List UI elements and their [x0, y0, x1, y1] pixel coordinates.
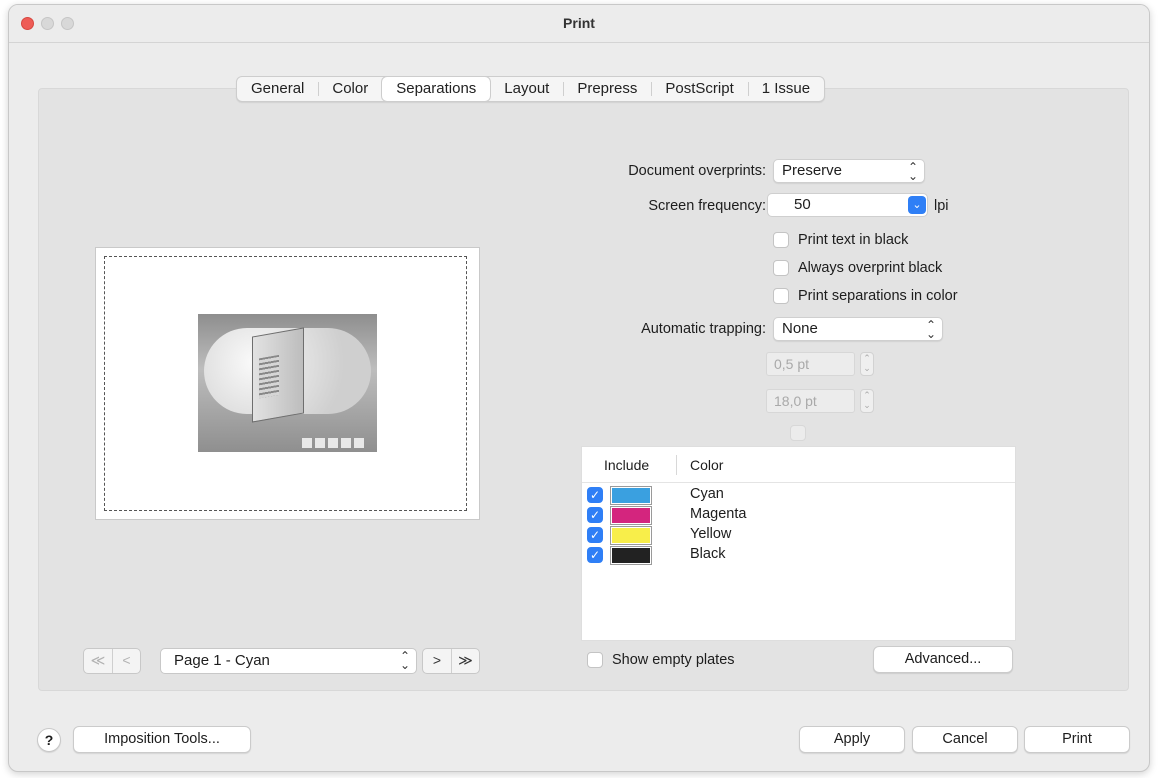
print-separations-in-color-checkbox[interactable] — [773, 288, 789, 304]
show-empty-plates-checkbox[interactable] — [587, 652, 603, 668]
plate-name: Black — [690, 546, 726, 562]
tab-separations[interactable]: Separations — [382, 77, 491, 101]
plate-include-checkbox[interactable]: ✓ — [587, 527, 603, 543]
trap-width-stepper[interactable]: ⌃ ⌄ — [860, 352, 874, 376]
page-select-value: Page 1 - Cyan — [174, 652, 270, 669]
preview-carton-label — [259, 354, 279, 399]
tab-color[interactable]: Color — [318, 77, 382, 101]
previous-page-button[interactable]: < — [112, 649, 140, 673]
page-preview — [95, 247, 480, 520]
page-select[interactable]: Page 1 - Cyan ⌃ ⌄ — [160, 648, 417, 674]
trap-width-field[interactable]: 0,5 pt — [766, 352, 855, 376]
help-button[interactable]: ? — [37, 728, 61, 752]
table-row[interactable]: ✓ Cyan — [582, 485, 1015, 505]
trap-threshold-field[interactable]: 18,0 pt — [766, 389, 855, 413]
preview-swatch — [328, 438, 338, 448]
preview-artwork — [198, 314, 377, 452]
print-dialog: Print General Color Separations Layout P… — [8, 4, 1150, 772]
plate-name: Cyan — [690, 486, 724, 502]
tab-prepress[interactable]: Prepress — [563, 77, 651, 101]
plate-color-swatch — [610, 526, 652, 545]
column-divider — [676, 455, 677, 475]
table-row[interactable]: ✓ Black — [582, 545, 1015, 565]
document-overprints-label: Document overprints: — [628, 163, 766, 179]
screen-frequency-value: 50 — [794, 196, 811, 213]
preview-swatch — [315, 438, 325, 448]
color-column-header[interactable]: Color — [690, 457, 723, 473]
plates-table-header: Include Color — [582, 447, 1015, 483]
preview-swatch — [302, 438, 312, 448]
trapping-option-checkbox[interactable] — [790, 425, 806, 441]
always-overprint-black-label: Always overprint black — [798, 260, 943, 276]
last-page-button[interactable]: ≫ — [451, 649, 479, 673]
document-overprints-select[interactable]: Preserve ⌃ ⌄ — [773, 159, 925, 183]
screen-frequency-label: Screen frequency: — [648, 198, 766, 214]
preview-carton-illustration — [252, 327, 304, 423]
apply-button[interactable]: Apply — [799, 726, 905, 753]
plate-include-checkbox[interactable]: ✓ — [587, 507, 603, 523]
advanced-button[interactable]: Advanced... — [873, 646, 1013, 673]
cancel-button[interactable]: Cancel — [912, 726, 1018, 753]
next-page-button[interactable]: > — [423, 649, 451, 673]
tab-issues[interactable]: 1 Issue — [747, 77, 824, 101]
plate-color-swatch — [610, 506, 652, 525]
table-row[interactable]: ✓ Magenta — [582, 505, 1015, 525]
first-page-button[interactable]: ≪ — [84, 649, 112, 673]
always-overprint-black-checkbox[interactable] — [773, 260, 789, 276]
include-column-header[interactable]: Include — [604, 457, 649, 473]
print-text-in-black-label: Print text in black — [798, 232, 909, 248]
trap-threshold-stepper[interactable]: ⌃ ⌄ — [860, 389, 874, 413]
tab-postscript[interactable]: PostScript — [651, 77, 747, 101]
page-nav-forward-group: > ≫ — [422, 648, 480, 674]
updown-chevron-icon: ⌃ ⌄ — [925, 318, 936, 341]
imposition-tools-button[interactable]: Imposition Tools... — [73, 726, 251, 753]
plate-include-checkbox[interactable]: ✓ — [587, 547, 603, 563]
plate-color-swatch — [610, 486, 652, 505]
preview-swatch-strip — [302, 438, 364, 448]
tab-layout[interactable]: Layout — [490, 77, 563, 101]
plate-color-swatch — [610, 546, 652, 565]
plate-include-checkbox[interactable]: ✓ — [587, 487, 603, 503]
show-empty-plates-label: Show empty plates — [612, 652, 735, 668]
updown-chevron-icon: ⌃ ⌄ — [399, 649, 410, 672]
tab-bar: General Color Separations Layout Prepres… — [236, 76, 826, 102]
screen-frequency-unit: lpi — [934, 198, 949, 214]
automatic-trapping-value: None — [782, 320, 818, 337]
automatic-trapping-label: Automatic trapping: — [641, 321, 766, 337]
chevron-down-icon[interactable]: ⌄ — [908, 196, 926, 214]
automatic-trapping-select[interactable]: None ⌃ ⌄ — [773, 317, 943, 341]
preview-swatch — [341, 438, 351, 448]
print-button[interactable]: Print — [1024, 726, 1130, 753]
window-title: Print — [563, 15, 595, 31]
preview-swatch — [354, 438, 364, 448]
plate-name: Yellow — [690, 526, 732, 542]
print-text-in-black-checkbox[interactable] — [773, 232, 789, 248]
title-bar: Print — [9, 5, 1149, 43]
plates-table: Include Color ✓ Cyan ✓ Magenta ✓ Yellow … — [581, 446, 1016, 641]
updown-chevron-icon: ⌃ ⌄ — [907, 160, 918, 183]
plate-name: Magenta — [690, 506, 747, 522]
screen-frequency-combobox[interactable]: 50 ⌄ — [767, 193, 928, 217]
document-overprints-value: Preserve — [782, 162, 843, 179]
tab-general[interactable]: General — [237, 77, 318, 101]
print-separations-in-color-label: Print separations in color — [798, 288, 958, 304]
page-nav-back-group: ≪ < — [83, 648, 141, 674]
table-row[interactable]: ✓ Yellow — [582, 525, 1015, 545]
